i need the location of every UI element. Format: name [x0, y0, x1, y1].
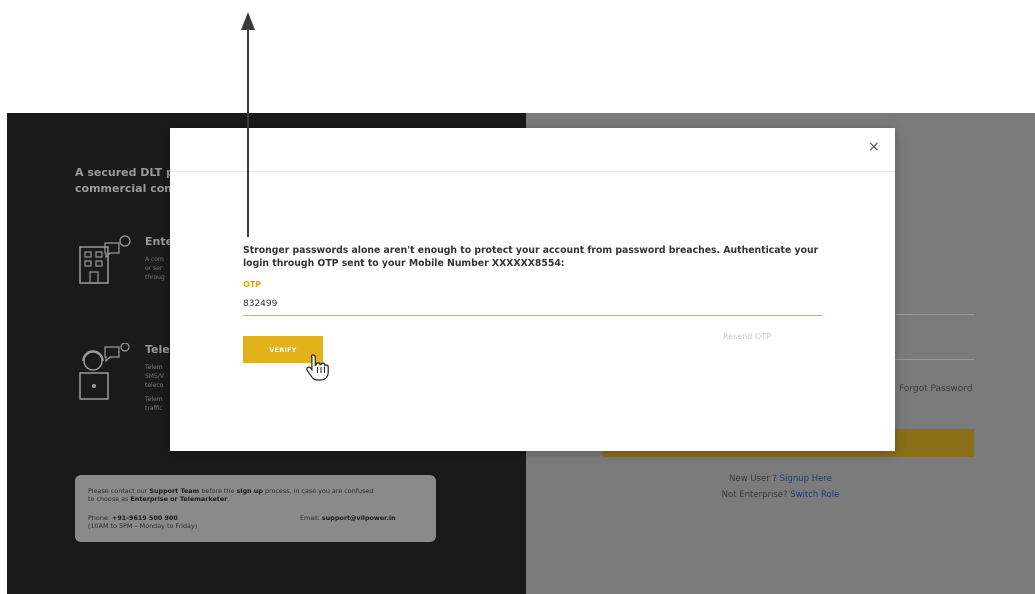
enterprise-description: A com or ser throug	[145, 256, 165, 281]
not-enterprise-row: Not Enterprise? Switch Role	[721, 490, 840, 500]
new-user-row: New User ? Signup Here	[729, 474, 832, 484]
call-agent-icon	[79, 343, 130, 400]
otp-input[interactable]	[243, 293, 822, 316]
support-email[interactable]: Email: support@vilpower.in	[300, 514, 396, 522]
resend-otp-link[interactable]: Resend OTP	[723, 332, 771, 341]
close-icon[interactable]: ×	[868, 140, 880, 154]
switch-role-link[interactable]: Switch Role	[790, 490, 839, 500]
otp-message: Stronger passwords alone aren't enough t…	[243, 245, 819, 269]
tagline: A secured DLT pla commercial comm	[75, 166, 185, 195]
otp-label: OTP	[243, 280, 262, 289]
hand-pointer-icon	[306, 354, 329, 381]
signup-link[interactable]: Signup Here	[780, 474, 832, 484]
telemarketer-description: Telem SMS/V teleco Telem traffic	[145, 364, 164, 412]
forgot-password-link[interactable]: Forgot Password	[899, 384, 973, 394]
building-icon	[79, 235, 131, 284]
support-contact-box: Please contact our Support Team before t…	[75, 475, 436, 542]
enterprise-title: Ente	[145, 235, 174, 248]
support-hours: (10AM to 5PM – Monday to Friday)	[88, 522, 198, 530]
telemarketer-title: Tele	[145, 343, 170, 356]
otp-modal: × Stronger passwords alone aren't enough…	[170, 128, 895, 451]
support-phone: Phone: +91-9619 500 900	[88, 514, 178, 522]
modal-header: ×	[170, 128, 895, 172]
